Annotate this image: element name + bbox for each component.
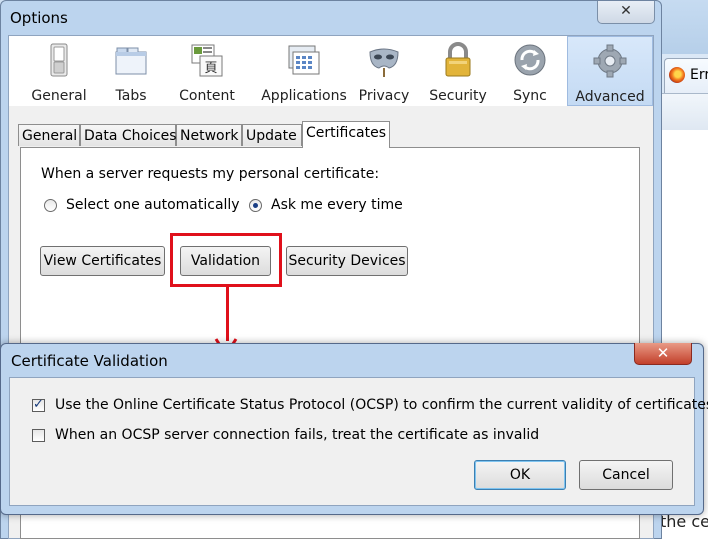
certificate-request-prompt: When a server requests my personal certi… [41,166,380,182]
security-devices-button[interactable]: Security Devices [286,246,408,276]
tab-data-choices[interactable]: Data Choices [80,124,177,146]
browser-tab[interactable]: Err [664,58,708,94]
view-certificates-button[interactable]: View Certificates [40,246,165,276]
radio-select-automatically-label[interactable]: Select one automatically [66,197,240,213]
toolbar-privacy[interactable]: Privacy [357,36,411,106]
toolbar-label: Privacy [358,88,410,104]
validation-highlight-box [170,233,282,287]
toolbar-label: Advanced [575,89,645,105]
tab-certificates[interactable]: Certificates [302,121,390,148]
padlock-icon [445,42,471,77]
toolbar-applications[interactable]: Applications [249,36,359,106]
svg-text:頁: 頁 [204,61,217,76]
tab-general[interactable]: General [18,124,80,146]
cancel-button[interactable]: Cancel [579,460,673,490]
toolbar-sync[interactable]: Sync [505,36,555,106]
options-window-title: Options [10,9,68,27]
browser-navbar [660,93,708,130]
annotation-arrow-shaft [226,287,229,341]
ocsp-checkbox[interactable] [32,397,45,412]
tab-update[interactable]: Update [242,124,302,146]
preferences-toolbar: General Tabs 頁 Content Applications Priv… [9,36,653,106]
ok-button[interactable]: OK [474,460,566,490]
applications-icon [288,45,320,75]
toolbar-content[interactable]: 頁 Content [169,36,245,106]
advanced-subtabs: General Data Choices Network Update Cert… [18,121,638,148]
dialog-title: Certificate Validation [11,352,168,370]
radio-select-automatically[interactable] [44,199,57,212]
tabs-icon [115,47,147,75]
content-icon: 頁 [191,44,223,77]
firefox-logo-icon [669,67,685,83]
toolbar-label: Security [429,88,487,104]
toolbar-label: General [31,88,87,104]
mask-icon [369,48,399,77]
ocsp-fail-invalid-checkbox[interactable] [32,429,45,442]
browser-tab-title: Err [690,67,708,83]
radio-ask-every-time-label[interactable]: Ask me every time [271,197,403,213]
toolbar-label: Tabs [115,88,147,104]
tab-network[interactable]: Network [176,124,242,146]
toolbar-label: Content [179,88,235,104]
ocsp-checkbox-label[interactable]: Use the Online Certificate Status Protoc… [55,397,708,413]
sync-icon [514,44,546,76]
switch-icon [50,43,68,77]
toolbar-advanced[interactable]: Advanced [567,36,653,106]
radio-ask-every-time[interactable] [249,199,262,212]
gear-icon [593,44,627,78]
close-icon: ✕ [620,3,632,19]
options-close-button[interactable]: ✕ [597,1,655,24]
browser-titlebar [660,0,708,54]
close-icon: ✕ [656,344,670,362]
toolbar-label: Applications [261,88,347,104]
toolbar-general[interactable]: General [13,36,105,106]
toolbar-tabs[interactable]: Tabs [105,36,157,106]
dialog-close-button[interactable]: ✕ [634,343,692,365]
ocsp-fail-invalid-checkbox-label[interactable]: When an OCSP server connection fails, tr… [55,427,539,443]
toolbar-label: Sync [513,88,547,104]
toolbar-security[interactable]: Security [427,36,489,106]
